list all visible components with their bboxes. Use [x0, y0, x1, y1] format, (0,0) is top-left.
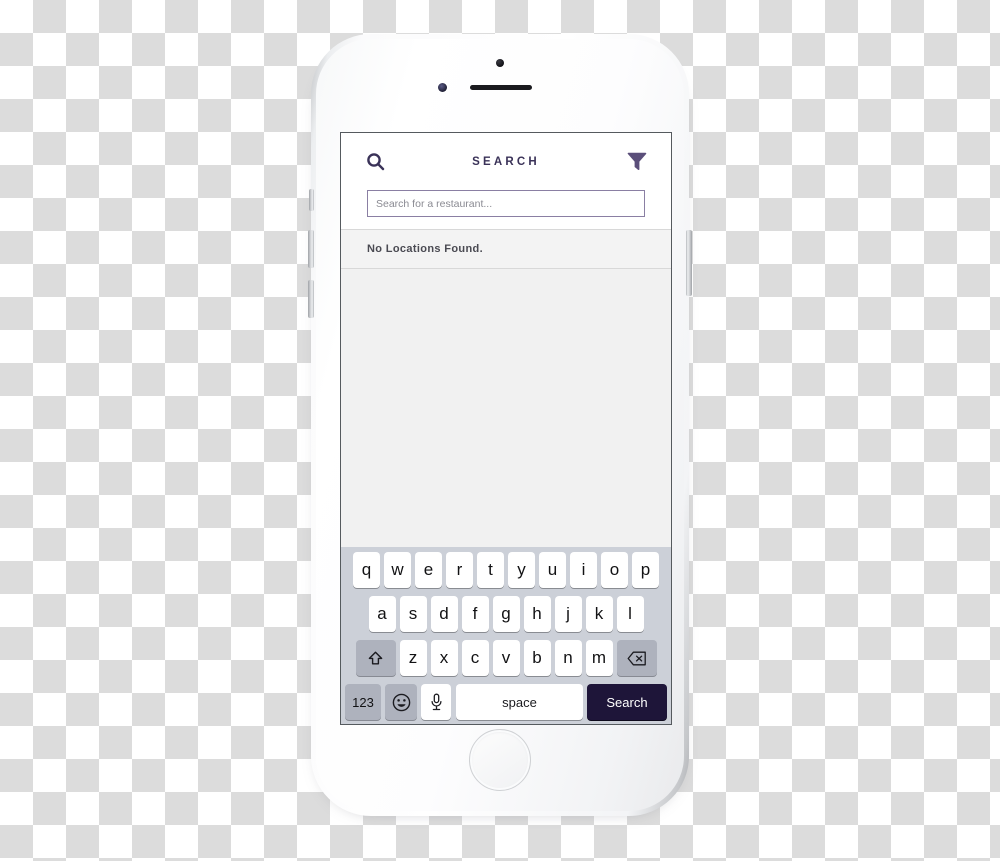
no-results-message: No Locations Found.: [367, 243, 484, 255]
key-l[interactable]: l: [616, 596, 644, 632]
app-header: SEARCH: [341, 133, 671, 229]
volume-down-button[interactable]: [308, 280, 314, 318]
key-y[interactable]: y: [508, 552, 535, 588]
silent-switch-button[interactable]: [309, 189, 314, 211]
device-outer-frame: SEARCH No Locations Found.: [311, 34, 689, 816]
key-k[interactable]: k: [585, 596, 613, 632]
key-g[interactable]: g: [492, 596, 520, 632]
onscreen-keyboard: qwertyuiop asdfghjkl zxcvbnm 123 space S…: [341, 547, 671, 724]
page-title: SEARCH: [472, 155, 540, 168]
keyboard-row-2: asdfghjkl: [343, 596, 669, 632]
power-button[interactable]: [686, 230, 692, 296]
filter-funnel-icon[interactable]: [625, 150, 649, 174]
phone-screen: SEARCH No Locations Found.: [340, 132, 672, 725]
front-camera-icon: [496, 59, 504, 67]
key-v[interactable]: v: [492, 640, 520, 676]
header-bar: SEARCH: [341, 133, 671, 190]
key-d[interactable]: d: [430, 596, 458, 632]
key-z[interactable]: z: [399, 640, 427, 676]
shift-key[interactable]: [355, 640, 396, 676]
key-t[interactable]: t: [477, 552, 504, 588]
numbers-key[interactable]: 123: [345, 684, 381, 720]
key-r[interactable]: r: [446, 552, 473, 588]
key-o[interactable]: o: [601, 552, 628, 588]
key-b[interactable]: b: [523, 640, 551, 676]
search-field-wrapper: [341, 190, 671, 229]
results-list-area: [341, 269, 671, 547]
key-f[interactable]: f: [461, 596, 489, 632]
search-icon[interactable]: [363, 150, 387, 174]
proximity-sensor-icon: [438, 83, 447, 92]
key-a[interactable]: a: [368, 596, 396, 632]
key-e[interactable]: e: [415, 552, 442, 588]
space-key[interactable]: space: [456, 684, 583, 720]
key-c[interactable]: c: [461, 640, 489, 676]
key-n[interactable]: n: [554, 640, 582, 676]
search-input[interactable]: [367, 190, 645, 217]
keyboard-row-3: zxcvbnm: [343, 640, 669, 676]
search-action-key[interactable]: Search: [587, 684, 667, 720]
microphone-key[interactable]: [421, 684, 451, 720]
keyboard-row-4: 123 space Search: [343, 684, 669, 720]
earpiece-speaker-icon: [470, 85, 532, 90]
home-button[interactable]: [469, 729, 531, 791]
key-q[interactable]: q: [353, 552, 380, 588]
key-j[interactable]: j: [554, 596, 582, 632]
backspace-key[interactable]: [616, 640, 657, 676]
results-status-bar: No Locations Found.: [341, 229, 671, 269]
key-m[interactable]: m: [585, 640, 613, 676]
iphone-device-mockup: SEARCH No Locations Found.: [308, 34, 692, 816]
key-s[interactable]: s: [399, 596, 427, 632]
keyboard-row-1: qwertyuiop: [343, 552, 669, 588]
key-u[interactable]: u: [539, 552, 566, 588]
key-p[interactable]: p: [632, 552, 659, 588]
key-w[interactable]: w: [384, 552, 411, 588]
device-inner-body: SEARCH No Locations Found.: [316, 39, 684, 811]
key-x[interactable]: x: [430, 640, 458, 676]
key-i[interactable]: i: [570, 552, 597, 588]
volume-up-button[interactable]: [308, 230, 314, 268]
emoji-key[interactable]: [385, 684, 417, 720]
key-h[interactable]: h: [523, 596, 551, 632]
